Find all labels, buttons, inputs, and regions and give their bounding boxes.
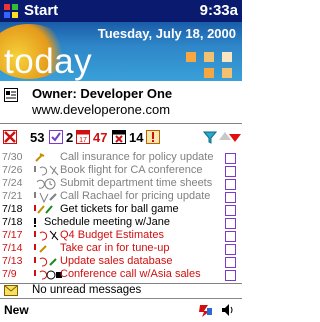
task-text: Call Rachael for pricing update (60, 190, 211, 202)
overdue-stat[interactable] (3, 130, 17, 145)
task-checkbox[interactable] (225, 218, 236, 229)
task-date: 7/26 (2, 164, 23, 176)
decor-square (204, 52, 214, 62)
owner-website: www.developerone.com (32, 102, 171, 117)
task-checkbox[interactable] (225, 153, 236, 164)
decor-square (222, 68, 232, 78)
task-row[interactable]: 7/9 Conference call w/Asia sales (0, 268, 242, 281)
task-checkbox[interactable] (225, 244, 236, 255)
task-checkbox[interactable] (225, 192, 236, 203)
owner-info[interactable]: Owner: Developer One www.developerone.co… (0, 86, 242, 120)
connectivity-icon[interactable] (199, 305, 212, 317)
system-tray (199, 304, 233, 317)
exclamation-icon (146, 130, 160, 144)
command-bar: New (0, 298, 242, 322)
task-date: 7/18 (2, 216, 23, 228)
task-row[interactable]: 7/26 Book flight for CA conference (0, 164, 242, 177)
filter-button[interactable] (203, 130, 217, 145)
task-checkbox[interactable] (225, 166, 236, 177)
completed-stat[interactable] (49, 130, 63, 145)
task-date: 7/13 (2, 255, 23, 267)
task-row[interactable]: 7/18 Get tickets for ball game (0, 203, 242, 216)
task-row[interactable]: 7/24 Submit department time sheets (0, 177, 242, 190)
task-date: 7/9 (2, 268, 17, 280)
calendar-count: 47 (93, 130, 108, 145)
task-text: Book flight for CA conference (60, 164, 203, 176)
task-text: Call insurance for policy update (60, 151, 214, 163)
task-text: Q4 Budget Estimates (60, 229, 164, 241)
today-heading: today (4, 42, 93, 81)
task-stats-row[interactable]: 53 2 17 47 14 (0, 128, 242, 148)
start-menu-button[interactable]: Start (24, 2, 58, 19)
arrow-down-icon (229, 134, 241, 142)
task-row[interactable]: 7/14 Take car in for tune-up (0, 242, 242, 255)
speaker-icon[interactable] (222, 304, 233, 316)
task-date: 7/30 (2, 151, 23, 163)
task-date: 7/24 (2, 177, 23, 189)
task-row[interactable]: 7/21 Call Rachael for pricing update (0, 190, 242, 203)
today-banner: Tuesday, July 18, 2000 today (0, 22, 242, 81)
overdue-count: 53 (30, 130, 45, 145)
flag-table-icon (112, 130, 126, 144)
contact-card-icon (4, 88, 18, 102)
messages-row[interactable]: No unread messages (0, 284, 242, 298)
task-row[interactable]: 7/30 Call insurance for policy update (0, 151, 242, 164)
decor-square (186, 52, 196, 62)
task-text: Get tickets for ball game (60, 203, 179, 215)
task-date: 7/14 (2, 242, 23, 254)
calendar-stat[interactable]: 17 (76, 130, 90, 145)
envelope-icon (4, 285, 18, 296)
flagged-count: 14 (129, 130, 144, 145)
task-date: 7/18 (2, 203, 23, 215)
priority-stat[interactable] (146, 130, 160, 145)
messages-status: No unread messages (32, 284, 142, 296)
sort-descending-button[interactable] (228, 130, 242, 145)
task-text: Take car in for tune-up (60, 242, 170, 254)
task-checkbox[interactable] (225, 205, 236, 216)
task-checkbox[interactable] (225, 179, 236, 190)
owner-name: Owner: Developer One (32, 86, 173, 101)
new-button[interactable]: New (4, 303, 29, 317)
decor-square (204, 68, 214, 78)
completed-count: 2 (66, 130, 74, 145)
task-row[interactable]: 7/18 Schedule meeting w/Jane (0, 216, 242, 229)
task-text: Conference call w/Asia sales (60, 268, 201, 280)
calendar-icon: 17 (76, 130, 90, 144)
task-text: Schedule meeting w/Jane (44, 216, 170, 228)
overdue-x-icon (3, 130, 17, 144)
task-date: 7/21 (2, 190, 23, 202)
title-bar: Start 9:33a (0, 0, 242, 22)
task-text: Update sales database (60, 255, 173, 267)
flagged-stat[interactable] (112, 130, 126, 145)
windows-start-icon[interactable] (3, 3, 19, 19)
task-checkbox[interactable] (225, 270, 236, 281)
banner-date[interactable]: Tuesday, July 18, 2000 (98, 26, 236, 41)
task-text: Submit department time sheets (60, 177, 213, 189)
divider (0, 123, 242, 124)
filter-icon (203, 131, 217, 144)
decor-square (222, 52, 232, 62)
task-checkbox[interactable] (225, 257, 236, 268)
task-date: 7/17 (2, 229, 23, 241)
task-checkbox[interactable] (225, 231, 236, 242)
task-row[interactable]: 7/17 Q4 Budget Estimates (0, 229, 242, 242)
svg-text:17: 17 (79, 137, 87, 144)
task-row[interactable]: 7/13 Update sales database (0, 255, 242, 268)
clock[interactable]: 9:33a (200, 2, 238, 19)
checkbox-check-icon (49, 130, 63, 144)
